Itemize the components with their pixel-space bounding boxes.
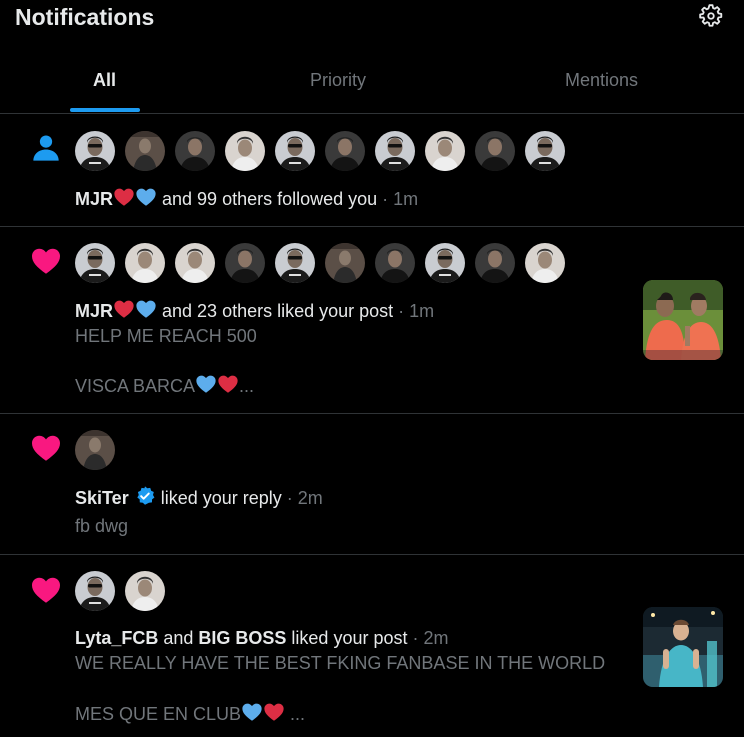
post-preview-line: HELP ME REACH 500 (75, 326, 257, 346)
timestamp[interactable]: 2m (423, 628, 448, 648)
avatar[interactable] (225, 243, 265, 283)
avatar[interactable] (175, 243, 215, 283)
active-tab-indicator (70, 108, 140, 112)
notification-text: Lyta_FCB and BIG BOSS liked your post · … (75, 626, 449, 650)
notification-text: MJR and 23 others liked your post · 1m (75, 298, 434, 323)
timestamp[interactable]: 1m (393, 189, 418, 209)
post-preview-line: MES QUE EN CLUB ... (75, 701, 305, 726)
avatar-group (75, 430, 115, 470)
avatar[interactable] (425, 131, 465, 171)
avatar[interactable] (125, 131, 165, 171)
separator-dot: · (393, 301, 410, 321)
notification-action: liked your post (286, 628, 408, 648)
post-preview-line: VISCA BARCA... (75, 373, 254, 398)
reply-preview: fb dwg (75, 516, 129, 536)
user-name[interactable]: MJR (75, 301, 113, 321)
tab-priority-label: Priority (310, 70, 367, 90)
post-preview-line: WE REALLY HAVE THE BEST FKING FANBASE IN… (75, 653, 606, 673)
notification-like[interactable]: Lyta_FCB and BIG BOSS liked your post · … (0, 555, 744, 737)
user-name[interactable]: BIG BOSS (198, 628, 286, 648)
avatar-group (75, 243, 565, 283)
avatar[interactable] (425, 243, 465, 283)
avatar[interactable] (525, 131, 565, 171)
timestamp[interactable]: 1m (409, 301, 434, 321)
avatar[interactable] (125, 571, 165, 611)
heart-icon (30, 432, 62, 464)
avatar[interactable] (125, 243, 165, 283)
notification-like[interactable]: SkiTer liked your reply · 2m fb dwg (0, 414, 744, 555)
avatar[interactable] (175, 131, 215, 171)
avatar[interactable] (525, 243, 565, 283)
avatar-group (75, 131, 565, 171)
user-name[interactable]: SkiTer (75, 488, 129, 508)
verified-badge-icon (137, 486, 155, 505)
tab-bar: All Priority Mentions (0, 50, 744, 114)
post-media-thumbnail[interactable] (643, 280, 723, 360)
notification-follow[interactable]: MJR and 99 others followed you · 1m (0, 114, 744, 227)
notification-like[interactable]: MJR and 23 others liked your post · 1m H… (0, 227, 744, 414)
avatar[interactable] (75, 243, 115, 283)
avatar[interactable] (475, 131, 515, 171)
avatar[interactable] (75, 430, 115, 470)
notification-action: liked your reply (160, 488, 282, 508)
avatar[interactable] (75, 571, 115, 611)
avatar[interactable] (225, 131, 265, 171)
tab-all[interactable]: All (0, 50, 210, 113)
avatar[interactable] (325, 131, 365, 171)
user-name[interactable]: MJR (75, 189, 113, 209)
gear-icon[interactable] (698, 3, 724, 29)
blue-heart-emoji (135, 298, 157, 320)
conjunction: and (158, 628, 199, 648)
avatar[interactable] (275, 243, 315, 283)
blue-heart-emoji (135, 186, 157, 208)
heart-icon (30, 245, 62, 277)
notification-action: and 23 others liked your post (157, 301, 394, 321)
person-icon (33, 135, 59, 161)
avatar[interactable] (75, 131, 115, 171)
red-heart-emoji (263, 701, 285, 723)
blue-heart-emoji (195, 373, 217, 395)
red-heart-emoji (217, 373, 239, 395)
avatar[interactable] (475, 243, 515, 283)
red-heart-emoji (113, 298, 135, 320)
separator-dot: · (407, 628, 424, 648)
tab-priority[interactable]: Priority (210, 50, 476, 113)
tab-mentions-label: Mentions (565, 70, 639, 90)
avatar[interactable] (375, 243, 415, 283)
avatar[interactable] (325, 243, 365, 283)
red-heart-emoji (113, 186, 135, 208)
avatar[interactable] (375, 131, 415, 171)
tab-mentions[interactable]: Mentions (476, 50, 744, 113)
notification-text: SkiTer liked your reply · 2m (75, 485, 323, 510)
avatar-group (75, 571, 165, 611)
notification-text: MJR and 99 others followed you · 1m (75, 186, 418, 211)
header: Notifications (0, 0, 744, 50)
avatar[interactable] (275, 131, 315, 171)
timestamp[interactable]: 2m (298, 488, 323, 508)
heart-icon (30, 574, 62, 606)
separator-dot: · (377, 189, 394, 209)
separator-dot: · (281, 488, 298, 508)
tab-all-label: All (93, 70, 117, 90)
notification-action: and 99 others followed you (157, 189, 378, 209)
post-media-thumbnail[interactable] (643, 607, 723, 687)
blue-heart-emoji (241, 701, 263, 723)
user-name[interactable]: Lyta_FCB (75, 628, 158, 648)
page-title: Notifications (15, 4, 155, 30)
